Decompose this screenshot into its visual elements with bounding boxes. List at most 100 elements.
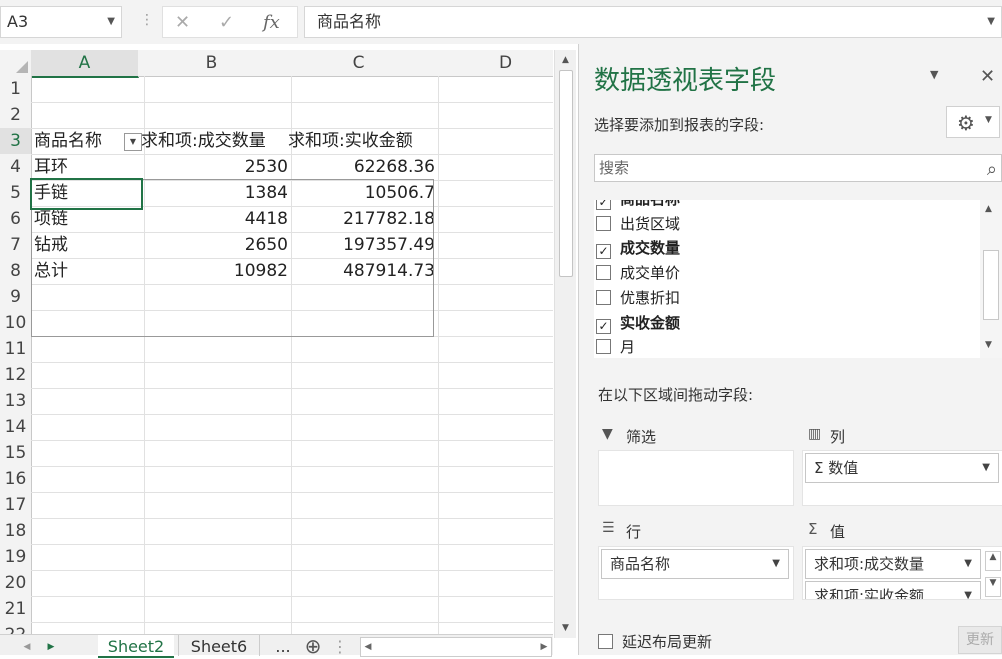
grid-cell[interactable] <box>31 492 145 519</box>
expand-formula-icon[interactable]: ▼ <box>987 7 995 37</box>
field-checkbox[interactable] <box>596 339 611 355</box>
chevron-down-icon[interactable]: ▼ <box>982 454 990 482</box>
grid-cell[interactable] <box>31 310 145 337</box>
grid-cell[interactable] <box>432 544 553 571</box>
grid-cell[interactable]: 10982 <box>138 258 292 285</box>
grid-cell[interactable]: 总计 <box>31 258 145 285</box>
row-header[interactable]: 13 <box>0 388 32 415</box>
grid-cell[interactable] <box>432 622 553 634</box>
row-header[interactable]: 14 <box>0 414 32 441</box>
grid-cell[interactable] <box>432 362 553 389</box>
grid-cell[interactable] <box>285 622 439 634</box>
grid-cell[interactable] <box>138 284 292 311</box>
grid-cell[interactable]: 求和项:实收金额 <box>285 128 439 155</box>
grid-cell[interactable] <box>432 102 553 129</box>
scroll-down-icon[interactable]: ▼ <box>557 620 574 636</box>
row-header[interactable]: 8 <box>0 258 32 285</box>
grid-cell[interactable] <box>432 336 553 363</box>
chevron-down-icon[interactable]: ▼ <box>964 582 972 599</box>
row-header[interactable]: 7 <box>0 232 32 259</box>
grid-cell[interactable] <box>138 596 292 623</box>
insert-function-icon[interactable]: fx <box>263 12 280 33</box>
grid-cell[interactable]: 耳环 <box>31 154 145 181</box>
grid-cell[interactable] <box>138 310 292 337</box>
vertical-scrollbar[interactable]: ▲ ▼ <box>554 50 576 638</box>
horizontal-scrollbar[interactable] <box>360 637 552 657</box>
row-header[interactable]: 6 <box>0 206 32 233</box>
field-item[interactable]: ✓ 成交数量 <box>596 236 680 260</box>
grid-cell[interactable] <box>285 440 439 467</box>
grid-cell[interactable] <box>285 492 439 519</box>
scroll-left-icon[interactable]: ◀ <box>362 635 374 656</box>
grid-cell[interactable] <box>432 492 553 519</box>
field-checkbox[interactable]: ✓ <box>596 244 611 260</box>
grid-cell[interactable] <box>31 596 145 623</box>
row-header[interactable]: 1 <box>0 76 32 103</box>
drag-handle-icon[interactable]: ⋮ <box>140 12 154 28</box>
grid-cell[interactable] <box>432 232 553 259</box>
close-icon[interactable]: ✕ <box>980 66 995 87</box>
grid-cell[interactable]: 手链 <box>31 180 145 207</box>
grid-cell[interactable]: 钻戒 <box>31 232 145 259</box>
grid-cell[interactable] <box>31 518 145 545</box>
scroll-down-icon[interactable]: ▼ <box>985 577 1001 597</box>
grid-cell[interactable] <box>285 518 439 545</box>
field-item[interactable]: 优惠折扣 <box>596 286 680 310</box>
row-header[interactable]: 9 <box>0 284 32 311</box>
tools-button[interactable]: ⚙ ▼ <box>946 106 1000 138</box>
grid-cell[interactable] <box>285 466 439 493</box>
field-search-input[interactable]: 搜索 ⌕ <box>594 154 1002 182</box>
grid-cell[interactable] <box>31 570 145 597</box>
grid-cell[interactable] <box>138 544 292 571</box>
field-item[interactable]: 出货区域 <box>596 212 680 236</box>
grid-cell[interactable] <box>432 466 553 493</box>
more-sheets-button[interactable]: ... <box>270 635 296 656</box>
row-header[interactable]: 11 <box>0 336 32 363</box>
grid-cell[interactable] <box>432 180 553 207</box>
add-sheet-icon[interactable]: ⊕ <box>300 635 326 657</box>
grid-cell[interactable] <box>432 518 553 545</box>
grid-cell[interactable] <box>432 258 553 285</box>
search-icon[interactable]: ⌕ <box>987 157 997 183</box>
grid-cell[interactable] <box>285 102 439 129</box>
row-header[interactable]: 19 <box>0 544 32 571</box>
grid-cell[interactable] <box>138 76 292 103</box>
row-header[interactable]: 15 <box>0 440 32 467</box>
grid-cell[interactable] <box>432 310 553 337</box>
grid-cell[interactable]: 10506.7 <box>285 180 439 207</box>
sheet-tab-sheet6[interactable]: Sheet6 <box>178 635 260 656</box>
field-checkbox[interactable] <box>596 265 611 281</box>
field-checkbox[interactable] <box>596 289 611 305</box>
enter-icon[interactable]: ✓ <box>219 12 234 33</box>
row-header[interactable]: 2 <box>0 102 32 129</box>
grid-cell[interactable] <box>31 102 145 129</box>
grid-cell[interactable]: 商品名称 ▼ <box>31 128 145 155</box>
grid-cell[interactable] <box>138 622 292 634</box>
grid-cell[interactable] <box>432 128 553 155</box>
grid-cell[interactable] <box>138 388 292 415</box>
grid-cell[interactable] <box>31 388 145 415</box>
defer-layout-update[interactable]: 延迟布局更新 <box>598 631 712 652</box>
chevron-down-icon[interactable]: ▼ <box>964 550 972 578</box>
grid-cell[interactable] <box>138 414 292 441</box>
scroll-up-icon[interactable]: ▲ <box>985 204 992 214</box>
grid-cell[interactable]: 62268.36 <box>285 154 439 181</box>
column-header-d[interactable]: D <box>432 50 553 77</box>
rows-item-product-name[interactable]: 商品名称 ▼ <box>601 549 789 579</box>
grid-cell[interactable] <box>432 206 553 233</box>
grid-cell[interactable] <box>285 388 439 415</box>
grid-cell[interactable] <box>432 76 553 103</box>
grid-cell[interactable] <box>285 336 439 363</box>
grid-cell[interactable] <box>285 310 439 337</box>
pane-options-icon[interactable]: ▼ <box>930 68 938 81</box>
values-item-quantity[interactable]: 求和项:成交数量 ▼ <box>805 549 981 579</box>
filter-drop-area[interactable] <box>598 450 794 506</box>
field-list[interactable]: ✓ 商品名称出货区域 ✓ 成交数量成交单价优惠折扣 ✓ 实收金额月 ▲ ▼ <box>594 200 1002 358</box>
row-header[interactable]: 20 <box>0 570 32 597</box>
grid-cell[interactable]: 项链 <box>31 206 145 233</box>
grid-cell[interactable] <box>285 362 439 389</box>
row-header[interactable]: 21 <box>0 596 32 623</box>
row-header[interactable]: 17 <box>0 492 32 519</box>
grid-cell[interactable] <box>138 440 292 467</box>
grid-cell[interactable]: 4418 <box>138 206 292 233</box>
